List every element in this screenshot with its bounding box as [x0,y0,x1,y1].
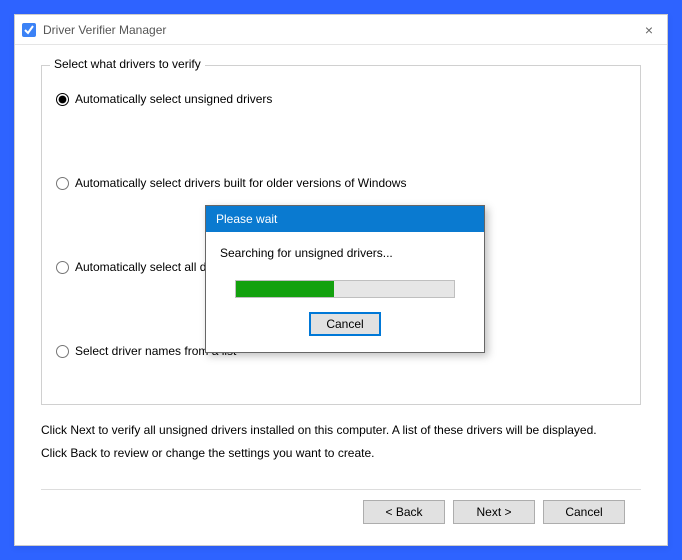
dialog-body: Searching for unsigned drivers... Cancel [206,232,484,352]
radio-option-older-windows[interactable]: Automatically select drivers built for o… [56,176,626,190]
window-title: Driver Verifier Manager [43,23,641,37]
main-window: Driver Verifier Manager × Select what dr… [14,14,668,546]
divider [41,489,641,490]
next-button[interactable]: Next > [453,500,535,524]
radio-option-unsigned[interactable]: Automatically select unsigned drivers [56,92,626,106]
group-label: Select what drivers to verify [50,57,205,71]
dialog-cancel-button[interactable]: Cancel [309,312,381,336]
progress-fill [236,281,334,297]
hint-line-2: Click Back to review or change the setti… [41,442,641,465]
radio-older-windows[interactable] [56,177,69,190]
radio-from-list[interactable] [56,345,69,358]
back-button[interactable]: < Back [363,500,445,524]
progress-bar [235,280,455,298]
dialog-title: Please wait [206,206,484,232]
radio-older-windows-label[interactable]: Automatically select drivers built for o… [75,176,406,190]
radio-unsigned-label[interactable]: Automatically select unsigned drivers [75,92,272,106]
button-bar: < Back Next > Cancel [41,500,641,524]
please-wait-dialog: Please wait Searching for unsigned drive… [205,205,485,353]
hint-line-1: Click Next to verify all unsigned driver… [41,419,641,442]
app-icon [21,22,37,38]
cancel-button[interactable]: Cancel [543,500,625,524]
titlebar: Driver Verifier Manager × [15,15,667,45]
dialog-message: Searching for unsigned drivers... [220,246,470,260]
close-icon[interactable]: × [641,22,657,38]
radio-unsigned[interactable] [56,93,69,106]
hint-text: Click Next to verify all unsigned driver… [41,419,641,465]
radio-all-drivers[interactable] [56,261,69,274]
